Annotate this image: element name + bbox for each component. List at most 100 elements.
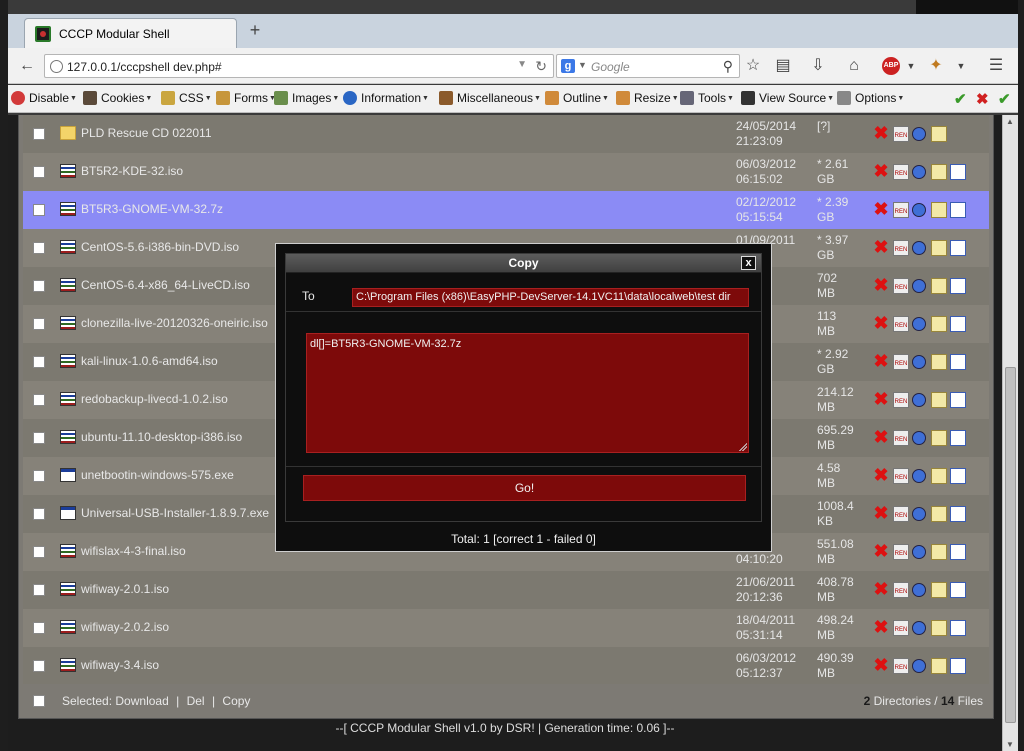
devbar-item-disable[interactable]: Disable▼: [11, 91, 77, 105]
row-checkbox[interactable]: [33, 660, 45, 672]
info-icon[interactable]: [912, 659, 926, 673]
info-icon[interactable]: [912, 127, 926, 141]
table-row[interactable]: BT5R3-GNOME-VM-32.7z 02/12/2012 05:15:54 * …: [23, 191, 989, 229]
delete-icon[interactable]: ✖: [873, 238, 889, 256]
info-icon[interactable]: [912, 203, 926, 217]
edit-icon[interactable]: [931, 354, 947, 370]
delete-icon[interactable]: ✖: [873, 504, 889, 522]
row-checkbox[interactable]: [33, 622, 45, 634]
new-tab-button[interactable]: +: [244, 20, 266, 41]
info-icon[interactable]: [912, 469, 926, 483]
copy-icon[interactable]: [950, 202, 966, 218]
info-icon[interactable]: [912, 621, 926, 635]
tab-cccp-shell[interactable]: CCCP Modular Shell: [24, 18, 237, 48]
delete-icon[interactable]: ✖: [873, 618, 889, 636]
devbar-item-miscellaneous[interactable]: Miscellaneous▼: [439, 91, 541, 105]
rename-icon[interactable]: REN: [893, 506, 909, 522]
copy-icon[interactable]: [950, 240, 966, 256]
info-icon[interactable]: [912, 279, 926, 293]
edit-icon[interactable]: [931, 240, 947, 256]
delete-icon[interactable]: ✖: [873, 352, 889, 370]
devbar-item-view-source[interactable]: View Source▼: [741, 91, 834, 105]
extension-icon[interactable]: ✦: [926, 56, 946, 76]
devbar-item-tools[interactable]: Tools▼: [680, 91, 734, 105]
bookmark-star-icon[interactable]: ☆: [743, 56, 763, 76]
url-bar[interactable]: 127.0.0.1/cccpshell dev.php# ▼ ↻: [44, 54, 554, 78]
row-checkbox[interactable]: [33, 546, 45, 558]
search-bar[interactable]: g ▼ Google ⚲: [556, 54, 740, 78]
file-name[interactable]: PLD Rescue CD 022011: [81, 126, 212, 140]
info-icon[interactable]: [912, 165, 926, 179]
delete-icon[interactable]: ✖: [873, 314, 889, 332]
info-icon[interactable]: [912, 355, 926, 369]
row-checkbox[interactable]: [33, 508, 45, 520]
rename-icon[interactable]: REN: [893, 620, 909, 636]
row-checkbox[interactable]: [33, 318, 45, 330]
file-name[interactable]: kali-linux-1.0.6-amd64.iso: [81, 354, 218, 368]
adblock-plus-icon[interactable]: ABP: [882, 57, 900, 75]
file-name[interactable]: unetbootin-windows-575.exe: [81, 468, 234, 482]
rename-icon[interactable]: REN: [893, 430, 909, 446]
rename-icon[interactable]: REN: [893, 354, 909, 370]
table-row[interactable]: BT5R2-KDE-32.iso 06/03/2012 06:15:02 * 2.61…: [23, 153, 989, 191]
copy-icon[interactable]: [950, 278, 966, 294]
edit-icon[interactable]: [931, 202, 947, 218]
delete-icon[interactable]: ✖: [873, 390, 889, 408]
rename-icon[interactable]: REN: [893, 164, 909, 180]
edit-icon[interactable]: [931, 620, 947, 636]
search-engine-dropdown-icon[interactable]: ▼: [578, 60, 587, 70]
rename-icon[interactable]: REN: [893, 544, 909, 560]
row-checkbox[interactable]: [33, 166, 45, 178]
scroll-thumb[interactable]: [1005, 367, 1016, 723]
row-checkbox[interactable]: [33, 204, 45, 216]
destination-path-input[interactable]: C:\Program Files (x86)\EasyPHP-DevServer…: [352, 288, 749, 307]
url-dropdown-icon[interactable]: ▼: [517, 59, 527, 70]
edit-icon[interactable]: [931, 430, 947, 446]
row-checkbox[interactable]: [33, 242, 45, 254]
file-name[interactable]: CentOS-5.6-i386-bin-DVD.iso: [81, 240, 239, 254]
row-checkbox[interactable]: [33, 280, 45, 292]
rename-icon[interactable]: REN: [893, 278, 909, 294]
abp-dropdown-icon[interactable]: ▼: [901, 56, 921, 76]
copy-icon[interactable]: [950, 582, 966, 598]
page-scrollbar[interactable]: ▲ ▼: [1002, 115, 1018, 751]
bookmarks-list-icon[interactable]: ▤: [773, 56, 793, 76]
info-icon[interactable]: [912, 583, 926, 597]
delete-icon[interactable]: ✖: [873, 428, 889, 446]
download-link[interactable]: Download: [115, 694, 168, 708]
rename-icon[interactable]: REN: [893, 202, 909, 218]
back-arrow-icon[interactable]: ←: [16, 55, 38, 77]
resize-grip-icon[interactable]: [738, 442, 747, 451]
del-link[interactable]: Del: [187, 694, 205, 708]
rename-icon[interactable]: REN: [893, 658, 909, 674]
edit-icon[interactable]: [931, 582, 947, 598]
menu-icon[interactable]: ☰: [986, 56, 1006, 76]
file-name[interactable]: ubuntu-11.10-desktop-i386.iso: [81, 430, 242, 444]
error-x-icon[interactable]: ✖: [976, 90, 989, 108]
file-name[interactable]: wifislax-4-3-final.iso: [81, 544, 186, 558]
rename-icon[interactable]: REN: [893, 392, 909, 408]
delete-icon[interactable]: ✖: [873, 656, 889, 674]
scroll-up-icon[interactable]: ▲: [1006, 117, 1014, 126]
reload-icon[interactable]: ↻: [535, 58, 547, 75]
devbar-item-css[interactable]: CSS▼: [161, 91, 212, 105]
url-text[interactable]: 127.0.0.1/cccpshell dev.php#: [67, 60, 222, 74]
devbar-item-outline[interactable]: Outline▼: [545, 91, 609, 105]
scroll-down-icon[interactable]: ▼: [1006, 740, 1014, 749]
devbar-item-forms[interactable]: Forms▼: [216, 91, 276, 105]
search-icon[interactable]: ⚲: [723, 58, 733, 75]
copy-icon[interactable]: [950, 658, 966, 674]
info-icon[interactable]: [912, 507, 926, 521]
row-checkbox[interactable]: [33, 356, 45, 368]
info-icon[interactable]: [912, 317, 926, 331]
select-all-checkbox[interactable]: [33, 695, 45, 707]
valid-check-icon-2[interactable]: ✔: [998, 90, 1011, 108]
download-icon[interactable]: ⇩: [808, 56, 828, 76]
edit-icon[interactable]: [931, 164, 947, 180]
table-row[interactable]: PLD Rescue CD 022011 24/05/2014 21:23:09 [?…: [23, 115, 989, 153]
extension-dropdown-icon[interactable]: ▼: [951, 56, 971, 76]
copy-icon[interactable]: [950, 430, 966, 446]
file-list-textarea[interactable]: dl[]=BT5R3-GNOME-VM-32.7z: [306, 333, 749, 453]
info-icon[interactable]: [912, 393, 926, 407]
devbar-item-images[interactable]: Images▼: [274, 91, 339, 105]
